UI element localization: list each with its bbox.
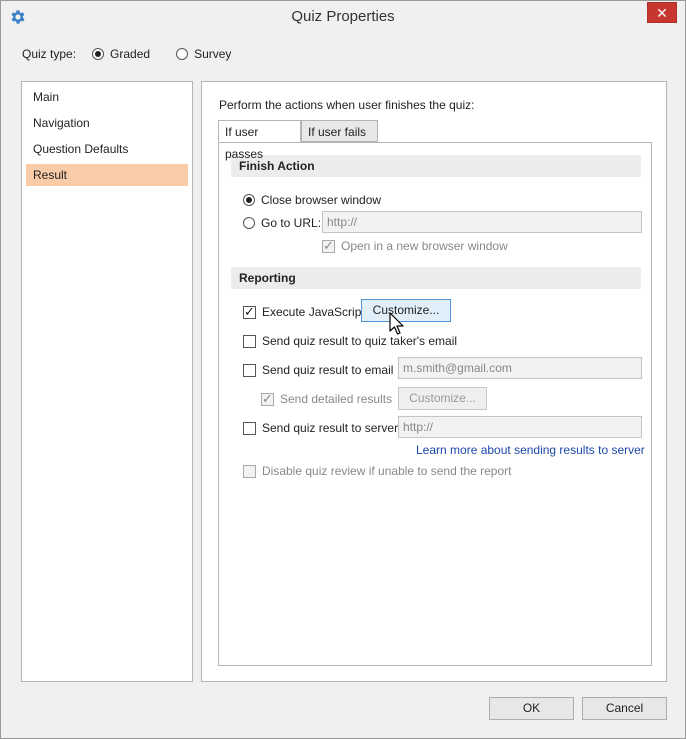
sidebar-item-question-defaults[interactable]: Question Defaults [26,138,188,160]
learn-more-link[interactable]: Learn more about sending results to serv… [416,443,645,457]
ok-button[interactable]: OK [489,697,574,720]
send-to-taker-label[interactable]: Send quiz result to quiz taker's email [262,334,457,348]
open-new-window-row: Open in a new browser window [322,238,508,254]
close-browser-label[interactable]: Close browser window [261,193,381,207]
goto-url-input[interactable]: http:// [322,211,642,233]
perform-actions-label: Perform the actions when user finishes t… [219,98,475,112]
send-to-email-checkbox[interactable] [243,363,256,377]
sidebar-item-main[interactable]: Main [26,86,188,108]
send-detailed-label: Send detailed results [280,392,393,406]
sidebar: Main Navigation Question Defaults Result [21,81,193,682]
finish-action-header: Finish Action [231,155,641,177]
close-browser-row: Close browser window [243,193,381,207]
graded-label[interactable]: Graded [110,47,150,61]
send-to-taker-checkbox[interactable] [243,334,256,348]
title-bar: Quiz Properties ✕ [1,1,685,33]
survey-radio[interactable] [176,48,189,60]
graded-radio[interactable] [92,48,105,60]
open-new-window-checkbox[interactable] [322,238,335,254]
mouse-pointer-icon [389,312,404,335]
open-new-window-label: Open in a new browser window [341,239,508,253]
execute-js-label[interactable]: Execute JavaScript [262,305,365,319]
tab-if-user-passes[interactable]: If user passes [218,120,301,161]
send-to-server-checkbox[interactable] [243,421,256,435]
window-title: Quiz Properties [291,8,395,25]
send-to-server-label[interactable]: Send quiz result to server [262,421,398,435]
survey-label[interactable]: Survey [194,47,231,61]
goto-url-row: Go to URL: [243,216,321,230]
cancel-button[interactable]: Cancel [582,697,667,720]
disable-review-row: Disable quiz review if unable to send th… [243,464,511,478]
customize-js-button[interactable]: Customize... [361,299,451,322]
send-to-taker-row: Send quiz result to quiz taker's email [243,334,457,348]
send-detailed-row: Send detailed results [261,391,393,407]
disable-review-label: Disable quiz review if unable to send th… [262,464,512,478]
goto-url-label[interactable]: Go to URL: [261,216,321,230]
goto-url-radio[interactable] [243,217,255,229]
execute-js-checkbox[interactable] [243,304,256,320]
quiz-properties-window: Quiz Properties ✕ Quiz type: Graded Surv… [0,0,686,739]
main-panel: Perform the actions when user finishes t… [201,81,667,682]
send-to-email-label[interactable]: Send quiz result to email [262,363,393,377]
reporting-header: Reporting [231,267,641,289]
quiz-type-row: Quiz type: Graded Survey [22,46,231,62]
email-input[interactable]: m.smith@gmail.com [398,357,642,379]
send-detailed-checkbox[interactable] [261,391,274,407]
send-to-server-row: Send quiz result to server [243,421,398,435]
send-to-email-row: Send quiz result to email [243,363,393,377]
sidebar-item-result[interactable]: Result [26,164,188,186]
quiz-type-label: Quiz type: [22,47,77,61]
disable-review-checkbox[interactable] [243,464,256,478]
tab-content: Finish Action Close browser window Go to… [218,142,652,666]
tab-if-user-fails[interactable]: If user fails [301,120,378,142]
server-url-input[interactable]: http:// [398,416,642,438]
execute-js-row: Execute JavaScript [243,304,365,320]
close-browser-radio[interactable] [243,194,255,206]
close-icon: ✕ [656,4,668,21]
close-button[interactable]: ✕ [647,2,677,23]
sidebar-item-navigation[interactable]: Navigation [26,112,188,134]
customize-detailed-button[interactable]: Customize... [398,387,487,410]
